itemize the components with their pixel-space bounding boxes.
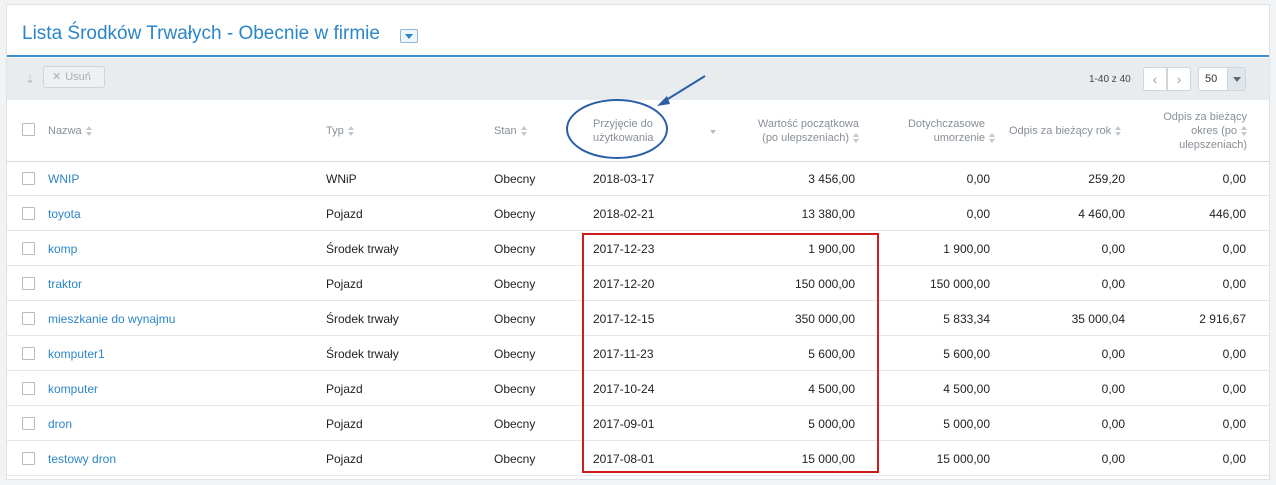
asset-state: Obecny (494, 277, 536, 291)
col-header-year-write-off[interactable]: Odpis za bieżący rok (1009, 124, 1122, 138)
row-checkbox[interactable] (22, 172, 35, 185)
asset-name-link[interactable]: komputer (48, 382, 98, 396)
delete-button[interactable]: ✕ Usuń (43, 66, 105, 88)
asset-state: Obecny (494, 242, 536, 256)
asset-name-link[interactable]: dron (48, 417, 72, 431)
row-checkbox[interactable] (22, 452, 35, 465)
asset-type: Pojazd (326, 417, 363, 431)
title-bar: Lista Środków Trwałych - Obecnie w firmi… (7, 5, 1269, 57)
close-icon: ✕ (52, 71, 62, 83)
toolbar: ⇣ ✕ Usuń 1-40 z 40 ‹ › 50 (7, 58, 1269, 100)
asset-period-write-off: 0,00 (1222, 452, 1246, 466)
asset-period-write-off: 0,00 (1222, 347, 1246, 361)
row-checkbox[interactable] (22, 242, 35, 255)
asset-name-link[interactable]: WNIP (48, 172, 79, 186)
pager-range: 1-40 z 40 (1089, 74, 1131, 85)
move-icon: ⇣ (25, 72, 36, 86)
asset-name-link[interactable]: mieszkanie do wynajmu (48, 312, 175, 326)
asset-type: WNiP (326, 172, 357, 186)
chevron-down-icon (1227, 68, 1245, 90)
row-checkbox[interactable] (22, 382, 35, 395)
annotation-arrow-icon (657, 75, 706, 106)
asset-year-write-off: 0,00 (1101, 382, 1125, 396)
asset-year-write-off: 35 000,04 (1071, 312, 1125, 326)
select-all-checkbox[interactable] (22, 123, 35, 136)
delete-label: Usuń (65, 71, 91, 83)
asset-type: Środek trwały (326, 242, 399, 256)
asset-type: Środek trwały (326, 347, 399, 361)
asset-name-link[interactable]: komputer1 (48, 347, 105, 361)
asset-period-write-off: 446,00 (1209, 207, 1246, 221)
asset-state: Obecny (494, 347, 536, 361)
next-page-button[interactable]: › (1167, 67, 1191, 91)
page-title: Lista Środków Trwałych - Obecnie w firmi… (22, 23, 380, 44)
sort-icon (520, 126, 527, 137)
asset-period-write-off: 0,00 (1222, 417, 1246, 431)
asset-period-write-off: 0,00 (1222, 382, 1246, 396)
asset-type: Pojazd (326, 277, 363, 291)
asset-year-write-off: 0,00 (1101, 452, 1125, 466)
col-header-period-write-off[interactable]: Odpis za bieżący okres (po ulepszeniach) (1127, 110, 1247, 152)
asset-year-write-off: 0,00 (1101, 277, 1125, 291)
asset-state: Obecny (494, 417, 536, 431)
asset-name-link[interactable]: traktor (48, 277, 82, 291)
asset-type: Pojazd (326, 452, 363, 466)
asset-state: Obecny (494, 452, 536, 466)
col-header-depreciation[interactable]: Dotychczasowe umorzenie (867, 117, 995, 145)
col-header-type[interactable]: Typ (326, 124, 354, 138)
annotation-ellipse (566, 99, 668, 159)
sort-icon (85, 126, 92, 137)
asset-year-write-off: 0,00 (1101, 242, 1125, 256)
asset-initial-value: 3 456,00 (808, 172, 855, 186)
asset-type: Pojazd (326, 382, 363, 396)
asset-period-write-off: 0,00 (1222, 172, 1246, 186)
col-header-name[interactable]: Nazwa (48, 124, 92, 138)
row-checkbox[interactable] (22, 312, 35, 325)
sort-icon (347, 126, 354, 137)
asset-name-link[interactable]: testowy dron (48, 452, 116, 466)
asset-date: 2018-02-21 (593, 207, 655, 221)
asset-period-write-off: 0,00 (1222, 242, 1246, 256)
sort-icon (1115, 126, 1122, 137)
table-row[interactable]: WNIP WNiP Obecny 2018-03-17 3 456,00 0,00 259,… (7, 161, 1269, 196)
asset-depreciation: 0,00 (966, 207, 990, 221)
asset-state: Obecny (494, 207, 536, 221)
col-header-initial-value[interactable]: Wartość początkowa (po ulepszeniach) (733, 117, 859, 145)
asset-year-write-off: 0,00 (1101, 347, 1125, 361)
prev-page-button[interactable]: ‹ (1143, 67, 1167, 91)
asset-state: Obecny (494, 312, 536, 326)
asset-date: 2018-03-17 (593, 172, 655, 186)
sort-icon (853, 133, 859, 144)
sort-desc-icon (710, 130, 716, 134)
row-checkbox[interactable] (22, 207, 35, 220)
sort-icon (1241, 126, 1247, 137)
asset-period-write-off: 0,00 (1222, 277, 1246, 291)
row-checkbox[interactable] (22, 347, 35, 360)
asset-year-write-off: 4 460,00 (1078, 207, 1125, 221)
row-checkbox[interactable] (22, 277, 35, 290)
table-row[interactable]: toyota Pojazd Obecny 2018-02-21 13 380,00 0,0… (7, 196, 1269, 231)
asset-state: Obecny (494, 172, 536, 186)
asset-period-write-off: 2 916,67 (1199, 312, 1246, 326)
page-size-select[interactable]: 50 (1198, 67, 1246, 91)
page-size-value: 50 (1205, 73, 1218, 85)
asset-name-link[interactable]: toyota (48, 207, 81, 221)
asset-year-write-off: 259,20 (1088, 172, 1125, 186)
col-header-state[interactable]: Stan (494, 124, 527, 138)
view-dropdown-button[interactable] (400, 29, 418, 43)
asset-state: Obecny (494, 382, 536, 396)
sort-icon (989, 133, 995, 144)
asset-type: Środek trwały (326, 312, 399, 326)
asset-year-write-off: 0,00 (1101, 417, 1125, 431)
asset-type: Pojazd (326, 207, 363, 221)
asset-name-link[interactable]: komp (48, 242, 77, 256)
asset-initial-value: 13 380,00 (801, 207, 855, 221)
annotation-highlight-box (582, 233, 879, 473)
row-checkbox[interactable] (22, 417, 35, 430)
asset-depreciation: 0,00 (966, 172, 990, 186)
